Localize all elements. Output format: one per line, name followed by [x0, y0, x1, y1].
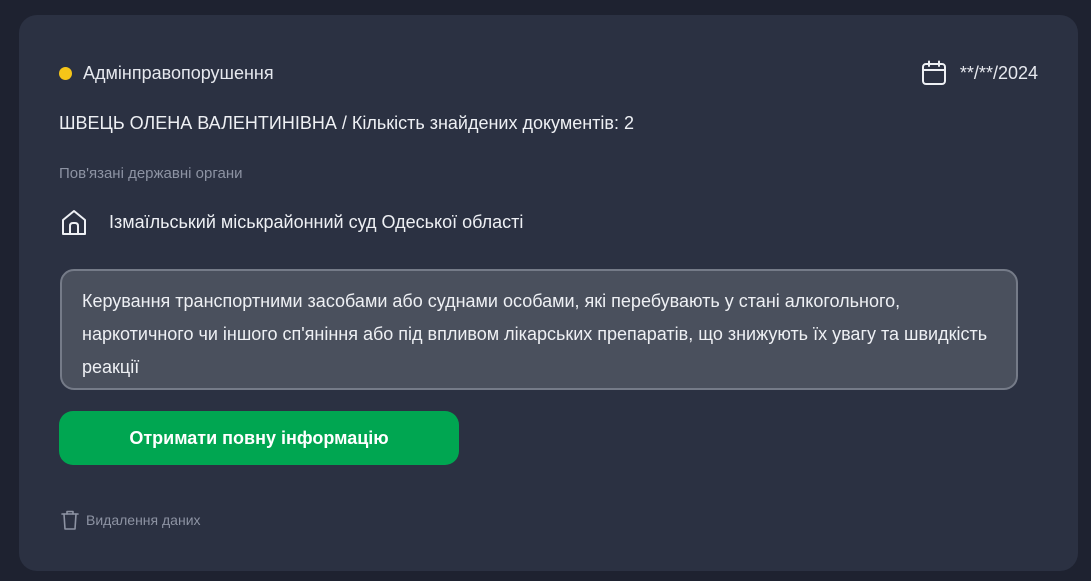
offense-description: Керування транспортними засобами або суд… [60, 269, 1018, 390]
person-summary: ШВЕЦЬ ОЛЕНА ВАЛЕНТИНІВНА / Кількість зна… [59, 113, 634, 133]
home-icon [62, 210, 86, 235]
delete-data-link[interactable]: Видалення даних [60, 509, 201, 531]
court-entry: Ізмаїльський міськрайонний суд Одеської … [59, 207, 523, 237]
card-header: Адмінправопорушення **/**/2024 [59, 60, 1038, 86]
date: **/**/2024 [921, 60, 1038, 86]
date-value: **/**/2024 [959, 62, 1038, 83]
case-card: Адмінправопорушення **/**/2024 ШВЕЦЬ ОЛЕ… [19, 15, 1078, 571]
related-bodies-label: Пов'язані державні органи [59, 165, 243, 182]
calendar-icon [921, 60, 946, 85]
delete-data-label: Видалення даних [86, 512, 201, 528]
status-dot-icon [59, 66, 72, 80]
get-full-info-button[interactable]: Отримати повну інформацію [59, 411, 459, 465]
trash-icon [61, 510, 79, 530]
category-label: Адмінправопорушення [83, 62, 274, 83]
court-name: Ізмаїльський міськрайонний суд Одеської … [109, 211, 524, 232]
category: Адмінправопорушення [59, 63, 274, 84]
